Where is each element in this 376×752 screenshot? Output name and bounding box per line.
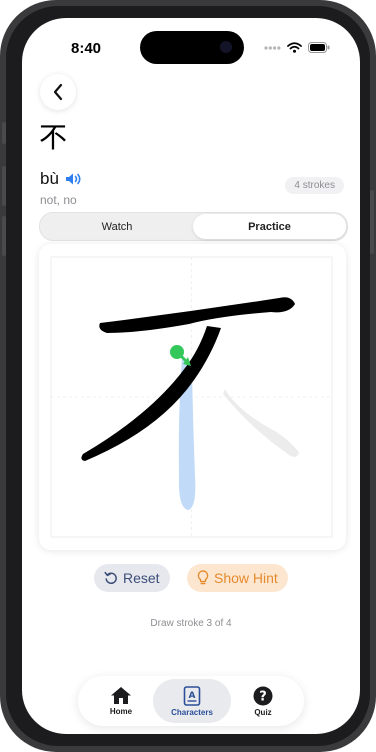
side-button-volume-down — [2, 216, 6, 256]
meaning-text: not, no — [40, 193, 77, 207]
character-glyph: 不 — [39, 121, 68, 154]
side-button-silent — [2, 122, 6, 144]
action-buttons: Reset Show Hint — [22, 564, 360, 594]
status-time: 8:40 — [71, 40, 102, 57]
signal-icon — [264, 45, 281, 50]
lightbulb-icon — [197, 570, 209, 585]
tab-characters-label: Characters — [171, 707, 213, 717]
tab-home[interactable]: Home — [96, 679, 146, 723]
tab-characters[interactable]: A Characters — [153, 679, 231, 723]
question-circle-icon: ? — [253, 686, 273, 705]
stroke-4-outline — [223, 389, 299, 457]
reset-button[interactable]: Reset — [94, 564, 170, 592]
stroke-canvas-svg — [50, 256, 333, 538]
hint-label: Show Hint — [214, 570, 278, 586]
svg-text:?: ? — [259, 689, 267, 704]
strokes-badge: 4 strokes — [285, 177, 344, 194]
stroke-2 — [81, 326, 222, 461]
side-button-volume-up — [2, 166, 6, 206]
reset-icon — [104, 571, 117, 585]
book-icon: A — [183, 685, 201, 706]
svg-text:A: A — [189, 691, 196, 701]
tab-practice[interactable]: Practice — [193, 214, 346, 239]
show-hint-button[interactable]: Show Hint — [187, 564, 288, 592]
tab-home-label: Home — [109, 707, 133, 716]
mode-segmented-control: Watch Practice — [39, 212, 348, 241]
tab-watch[interactable]: Watch — [41, 214, 193, 239]
back-button[interactable] — [40, 74, 76, 110]
speaker-icon[interactable] — [65, 172, 83, 186]
pinyin-row: bù — [40, 169, 83, 189]
app-screen: 8:40 不 bù not, no 4 strokes Watch Practi… — [22, 18, 360, 734]
stroke-start-dot — [170, 345, 184, 359]
status-bar: 8:40 — [22, 18, 360, 76]
wifi-icon — [287, 42, 302, 53]
dynamic-island — [140, 31, 244, 64]
bottom-tab-bar: Home A Characters ? Quiz — [78, 676, 304, 726]
reset-label: Reset — [123, 570, 160, 586]
chevron-left-icon — [53, 83, 63, 101]
camera-dot — [220, 41, 232, 53]
side-button-power — [370, 190, 374, 254]
pinyin-text: bù — [40, 169, 59, 188]
status-icons — [264, 42, 330, 53]
battery-icon — [308, 42, 330, 53]
drawing-canvas[interactable] — [39, 244, 346, 550]
stroke-instruction: Draw stroke 3 of 4 — [150, 618, 232, 629]
tab-quiz[interactable]: ? Quiz — [238, 679, 288, 723]
stroke-1 — [99, 297, 295, 333]
tab-quiz-label: Quiz — [254, 707, 272, 717]
house-icon — [111, 687, 131, 704]
